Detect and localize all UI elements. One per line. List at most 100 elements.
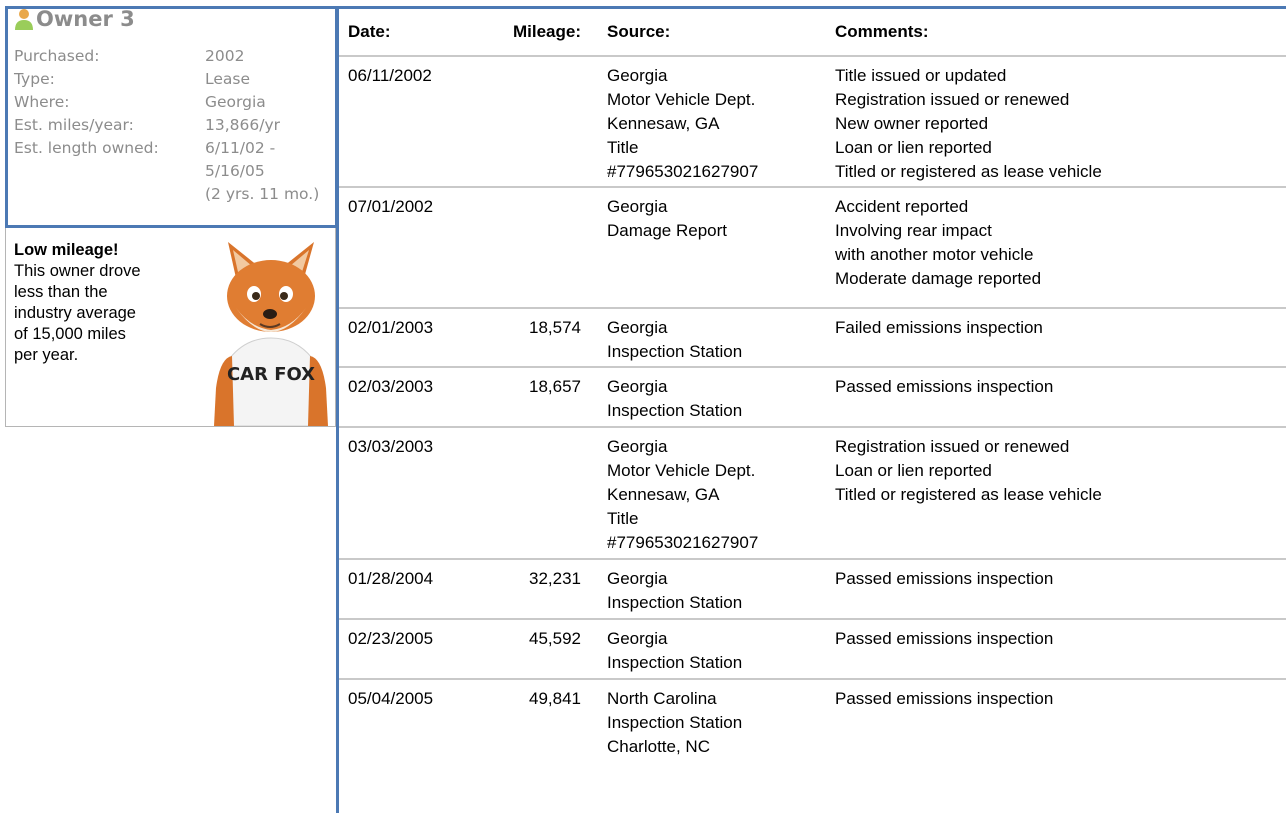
cell-mileage: 18,657: [529, 377, 581, 396]
cell-source: Georgia Inspection Station: [581, 627, 835, 675]
cell-comments: Registration issued or renewed Loan or li…: [835, 435, 1286, 507]
cell-source: Georgia Motor Vehicle Dept. Kennesaw, GA Ti…: [581, 435, 835, 555]
source-line: Kennesaw, GA: [607, 114, 720, 133]
source-line: Title: [607, 138, 639, 157]
fox-shirt-text: CAR FOX: [227, 364, 315, 385]
table-row: 05/04/2005 49,841 North Carolina Inspection…: [339, 678, 1286, 763]
owner-detail-value: 6/11/02 -: [205, 139, 276, 157]
cell-mileage: 18,574: [529, 318, 581, 337]
owner-detail-row: Type: Lease: [14, 68, 334, 91]
cell-comments: Failed emissions inspection: [835, 316, 1286, 340]
cell-source: Georgia Damage Report: [581, 195, 835, 243]
source-line: Motor Vehicle Dept.: [607, 461, 756, 480]
source-line: Kennesaw, GA: [607, 485, 720, 504]
header-comments: Comments:: [835, 22, 929, 41]
owner-detail-label: [14, 183, 205, 206]
table-row: 02/01/2003 18,574 Georgia Inspection Statio…: [339, 307, 1286, 366]
cell-source: Georgia Inspection Station: [581, 567, 835, 615]
source-line: North Carolina: [607, 689, 717, 708]
owner-detail-label: Est. length owned:: [14, 139, 159, 157]
comment-line: Loan or lien reported: [835, 461, 992, 480]
comment-line: Accident reported: [835, 197, 969, 216]
owner-detail-row: 5/16/05: [14, 160, 334, 183]
source-line: Georgia: [607, 437, 668, 456]
cell-date: 02/03/2003: [348, 377, 434, 396]
comment-line: Passed emissions inspection: [835, 569, 1054, 588]
cell-comments: Passed emissions inspection: [835, 567, 1286, 591]
cell-date: 03/03/2003: [348, 437, 434, 456]
comment-line: New owner reported: [835, 114, 989, 133]
owner-detail-label: Purchased:: [14, 47, 100, 65]
owner-detail-label: Where:: [14, 93, 70, 111]
cell-source: Georgia Motor Vehicle Dept. Kennesaw, GA Ti…: [581, 64, 835, 184]
comment-line: Titled or registered as lease vehicle: [835, 485, 1102, 504]
vehicle-history-table: Date: Mileage: Source: Comments: 06/11/2…: [339, 9, 1286, 763]
cell-source: Georgia Inspection Station: [581, 375, 835, 423]
owner-detail-label: Type:: [14, 70, 55, 88]
source-line: Inspection Station: [607, 713, 743, 732]
owner-detail-value: Lease: [205, 70, 251, 88]
cell-comments: Accident reported Involving rear impact wi…: [835, 195, 1286, 291]
header-mileage: Mileage:: [512, 22, 581, 41]
cell-mileage: 45,592: [529, 629, 581, 648]
cell-comments: Title issued or updated Registration issu…: [835, 64, 1286, 184]
comment-line: Passed emissions inspection: [835, 377, 1054, 396]
owner-heading: Owner 3: [14, 7, 135, 31]
source-line: Inspection Station: [607, 653, 743, 672]
source-line: Georgia: [607, 629, 668, 648]
owner-summary-panel: Owner 3 Purchased: 2002 Type: Lease Where: Ge…: [5, 6, 338, 228]
owner-detail-label: [14, 160, 205, 183]
source-line: Georgia: [607, 377, 668, 396]
owner-detail-row: (2 yrs. 11 mo.): [14, 183, 334, 206]
source-line: #779653021627907: [607, 162, 759, 181]
source-line: Georgia: [607, 569, 668, 588]
cell-date: 07/01/2002: [348, 197, 434, 216]
table-row: 03/03/2003 Georgia Motor Vehicle Dept. Kenn…: [339, 426, 1286, 558]
owner-details-table: Purchased: 2002 Type: Lease Where: Georgia Est…: [14, 45, 334, 206]
cell-comments: Passed emissions inspection: [835, 375, 1286, 399]
tip-text: Low mileage! This owner drove less than t…: [14, 240, 199, 366]
cell-comments: Passed emissions inspection: [835, 687, 1286, 711]
source-line: Georgia: [607, 197, 668, 216]
owner-detail-label: Est. miles/year:: [14, 116, 134, 134]
source-line: Inspection Station: [607, 401, 743, 420]
cell-date: 02/23/2005: [348, 629, 434, 648]
cell-comments: Passed emissions inspection: [835, 627, 1286, 651]
table-row: 02/23/2005 45,592 Georgia Inspection Statio…: [339, 618, 1286, 678]
owner-detail-row: Where: Georgia: [14, 91, 334, 114]
tip-line: This owner drove: [14, 262, 141, 280]
comment-line: Registration issued or renewed: [835, 437, 1070, 456]
comment-line: Passed emissions inspection: [835, 629, 1054, 648]
comment-line: Loan or lien reported: [835, 138, 992, 157]
cell-source: Georgia Inspection Station: [581, 316, 835, 364]
tip-title: Low mileage!: [14, 241, 119, 259]
source-line: Georgia: [607, 318, 668, 337]
cell-mileage: 49,841: [529, 689, 581, 708]
source-line: Inspection Station: [607, 342, 743, 361]
low-mileage-tip: Low mileage! This owner drove less than t…: [5, 228, 336, 427]
header-date: Date:: [348, 22, 391, 41]
cell-date: 01/28/2004: [348, 569, 434, 588]
owner-title: Owner 3: [36, 7, 135, 31]
cell-date: 06/11/2002: [348, 66, 432, 85]
owner-detail-value: (2 yrs. 11 mo.): [205, 185, 320, 203]
owner-detail-row: Est. miles/year: 13,866/yr: [14, 114, 334, 137]
source-line: Damage Report: [607, 221, 728, 240]
cell-date: 02/01/2003: [348, 318, 434, 337]
tip-line: per year.: [14, 346, 79, 364]
comment-line: Registration issued or renewed: [835, 90, 1070, 109]
tip-line: industry average: [14, 304, 136, 322]
cell-mileage: 32,231: [529, 569, 581, 588]
owner-detail-value: 5/16/05: [205, 162, 265, 180]
table-row: 06/11/2002 Georgia Motor Vehicle Dept. Kenn…: [339, 55, 1286, 186]
comment-line: Moderate damage reported: [835, 269, 1042, 288]
tip-line: less than the: [14, 283, 108, 301]
cell-source: North Carolina Inspection Station Charlott…: [581, 687, 835, 759]
owner-detail-value: Georgia: [205, 93, 266, 111]
tip-line: of 15,000 miles: [14, 325, 126, 343]
person-icon: [15, 9, 33, 30]
table-row: 07/01/2002 Georgia Damage Report Accident r…: [339, 186, 1286, 307]
owner-detail-value: 2002: [205, 47, 245, 65]
comment-line: Failed emissions inspection: [835, 318, 1043, 337]
owner-detail-value: 13,866/yr: [205, 116, 281, 134]
